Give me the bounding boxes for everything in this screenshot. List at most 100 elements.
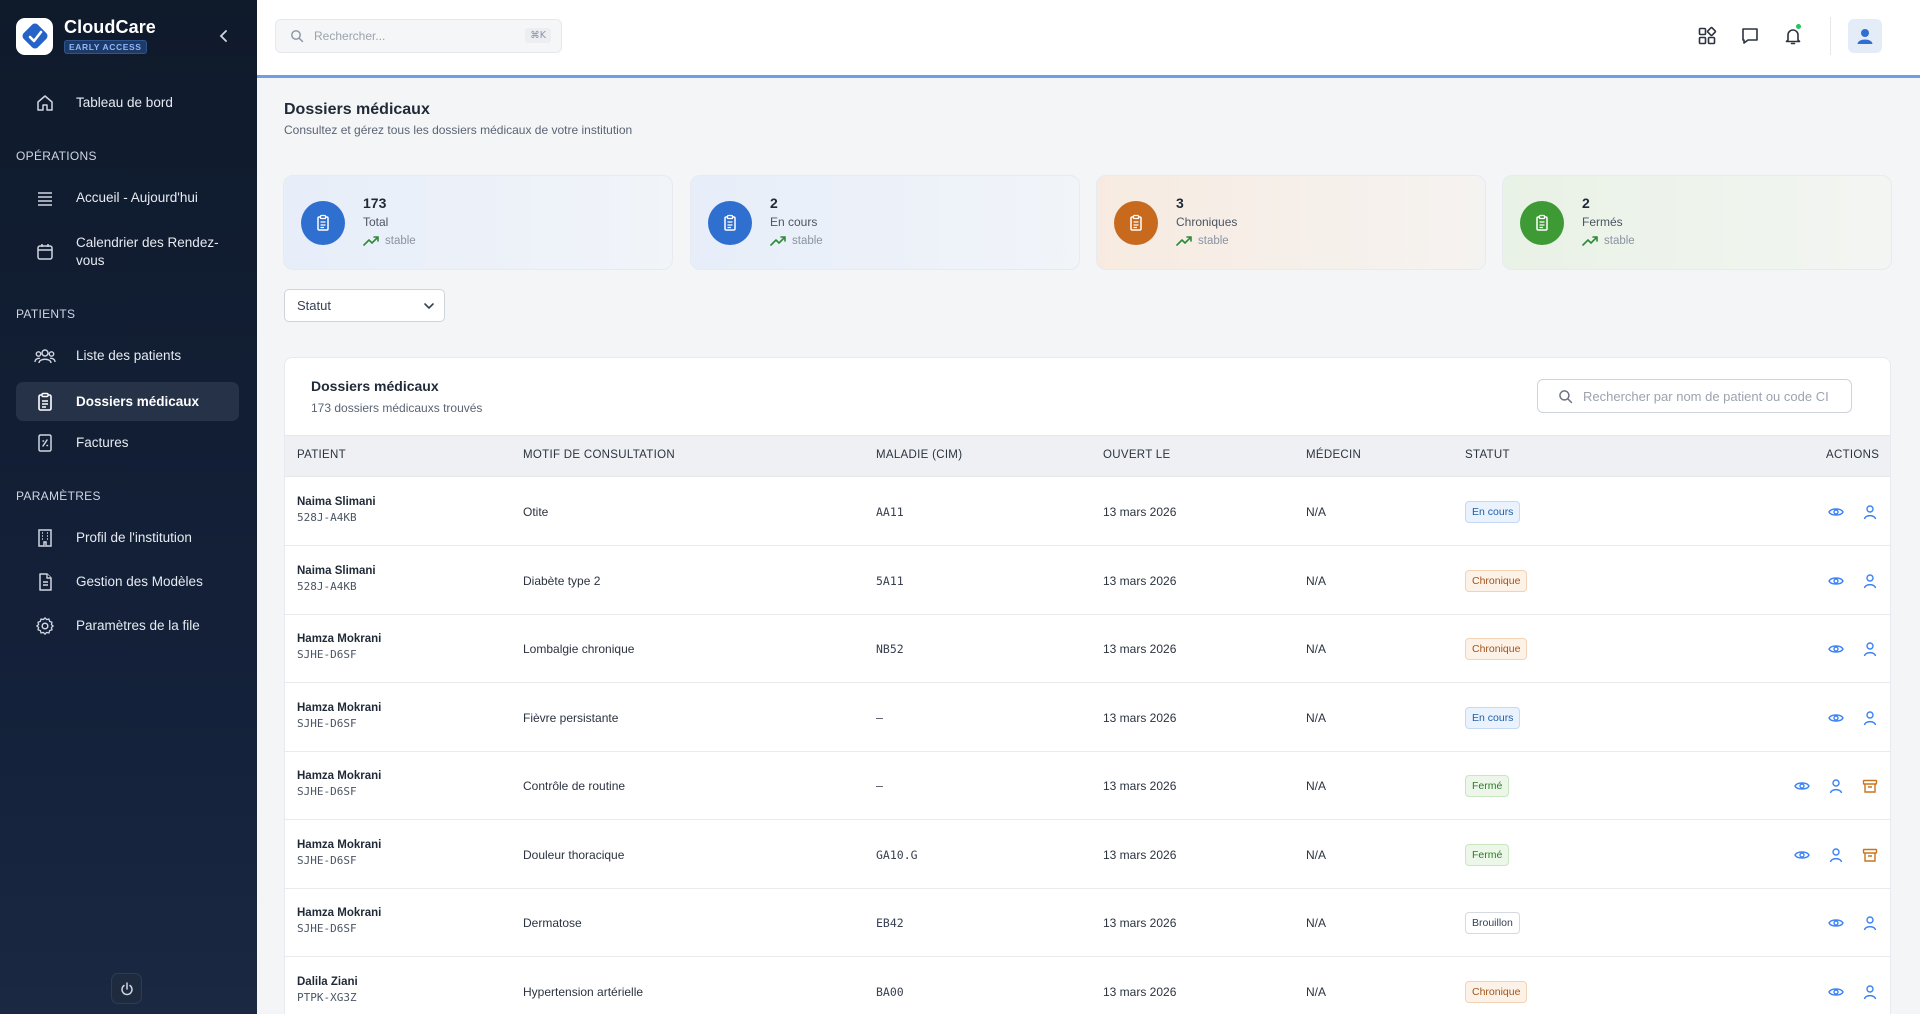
doctor-cell: N/A [1306, 984, 1327, 999]
clipboard-icon [1114, 201, 1158, 245]
patient-icon[interactable] [1861, 503, 1879, 521]
notification-dot [1794, 22, 1803, 31]
patient-name[interactable]: Hamza Mokrani [297, 770, 381, 782]
column-header-maladie[interactable]: MALADIE (CIM) [876, 449, 962, 461]
patient-code: PTPK-XG3Z [297, 990, 357, 1004]
stat-label: Chroniques [1176, 215, 1238, 229]
notifications-button[interactable] [1779, 20, 1807, 52]
sidebar-item-liste-patients[interactable]: Liste des patients [16, 339, 239, 373]
patient-cell: Dalila Ziani PTPK-XG3Z [297, 976, 358, 1004]
column-header-motif[interactable]: MOTIF DE CONSULTATION [523, 449, 675, 461]
patient-icon[interactable] [1827, 846, 1845, 864]
sidebar-item-factures[interactable]: Factures [16, 426, 239, 460]
sidebar-item-label: Profil de l'institution [76, 530, 192, 545]
cim-code-cell: – [876, 779, 883, 793]
status-badge: Fermé [1465, 843, 1510, 866]
stat-trend-label: stable [792, 235, 823, 247]
list-icon [34, 187, 56, 209]
table-row[interactable]: Hamza Mokrani SJHE-D6SF Douleur thoracique… [285, 820, 1890, 889]
patient-icon[interactable] [1861, 709, 1879, 727]
table-row[interactable]: Hamza Mokrani SJHE-D6SF Lombalgie chroniqu… [285, 615, 1890, 683]
status-filter-select[interactable]: Statut [284, 289, 445, 322]
archive-icon[interactable] [1861, 846, 1879, 864]
motif-cell: Dermatose [523, 916, 582, 930]
global-search[interactable]: ⌘K [275, 19, 562, 53]
doctor-cell: N/A [1306, 916, 1327, 930]
column-header-statut[interactable]: STATUT [1465, 449, 1510, 461]
patient-name[interactable]: Naima Slimani [297, 565, 376, 577]
status-filter-label: Statut [297, 298, 331, 313]
section-title-patients: PATIENTS [16, 307, 76, 321]
sidebar-item-accueil[interactable]: Accueil - Aujourd'hui [16, 181, 239, 215]
topbar: ⌘K [257, 0, 1920, 78]
stat-trend-label: stable [1198, 235, 1229, 247]
view-icon[interactable] [1827, 640, 1845, 658]
patient-name[interactable]: Naima Slimani [297, 496, 376, 508]
table-search[interactable] [1537, 379, 1852, 413]
logout-button[interactable] [111, 973, 142, 1004]
table-row[interactable]: Hamza Mokrani SJHE-D6SF Contrôle de routin… [285, 752, 1890, 820]
sidebar-item-tableau-de-bord[interactable]: Tableau de bord [16, 86, 239, 120]
messages-button[interactable] [1736, 20, 1764, 52]
opened-date-cell: 13 mars 2026 [1103, 710, 1177, 725]
cim-code-cell: – [876, 710, 883, 725]
power-icon [120, 981, 133, 995]
brand[interactable]: CloudCare EARLY ACCESS [16, 17, 156, 55]
patient-icon[interactable] [1861, 572, 1879, 590]
stat-value: 173 [363, 195, 387, 211]
view-icon[interactable] [1827, 914, 1845, 932]
sidebar-item-calendrier[interactable]: Calendrier des Rendez-vous [16, 228, 239, 276]
collapse-sidebar-button[interactable] [215, 27, 233, 45]
table-row[interactable]: Naima Slimani 528J-A4KB Diabète type 2 5A11… [285, 546, 1890, 615]
table-row[interactable]: Hamza Mokrani SJHE-D6SF Dermatose EB42 13 ma… [285, 889, 1890, 957]
patient-icon[interactable] [1861, 640, 1879, 658]
view-icon[interactable] [1827, 503, 1845, 521]
sidebar-item-dossiers-medicaux[interactable]: Dossiers médicaux [16, 382, 239, 421]
patient-cell: Hamza Mokrani SJHE-D6SF [297, 770, 381, 798]
archive-icon[interactable] [1861, 777, 1879, 795]
sidebar-item-profil-institution[interactable]: Profil de l'institution [16, 521, 239, 555]
sidebar-item-label: Accueil - Aujourd'hui [76, 190, 198, 205]
table-search-input[interactable] [1583, 388, 1843, 404]
sidebar-item-gestion-modeles[interactable]: Gestion des Modèles [16, 565, 239, 599]
motif-cell: Contrôle de routine [523, 779, 626, 793]
clipboard-icon [708, 201, 752, 245]
column-header-patient[interactable]: PATIENT [297, 449, 346, 461]
section-title-parametres: PARAMÈTRES [16, 489, 101, 503]
patient-cell: Naima Slimani 528J-A4KB [297, 496, 376, 524]
column-header-ouvert-le[interactable]: OUVERT LE [1103, 449, 1170, 461]
patient-name[interactable]: Hamza Mokrani [297, 839, 381, 851]
opened-date-cell: 13 mars 2026 [1103, 642, 1177, 656]
motif-cell: Fièvre persistante [523, 710, 619, 725]
patient-name[interactable]: Dalila Ziani [297, 976, 358, 988]
patient-name[interactable]: Hamza Mokrani [297, 702, 381, 714]
patient-code: 528J-A4KB [297, 579, 357, 593]
status-badge: Fermé [1465, 775, 1510, 797]
stat-value: 3 [1176, 195, 1184, 211]
view-icon[interactable] [1827, 709, 1845, 727]
patient-name[interactable]: Hamza Mokrani [297, 907, 381, 919]
global-search-input[interactable] [314, 29, 524, 43]
patient-name[interactable]: Hamza Mokrani [297, 633, 381, 645]
motif-cell: Lombalgie chronique [523, 642, 635, 656]
table-row[interactable]: Naima Slimani 528J-A4KB Otite AA11 13 mars 2… [285, 478, 1890, 546]
view-icon[interactable] [1793, 846, 1811, 864]
view-icon[interactable] [1827, 983, 1845, 1001]
stat-card-chroniques: 3 Chroniques stable [1096, 175, 1486, 270]
table-row[interactable]: Hamza Mokrani SJHE-D6SF Fièvre persistante… [285, 683, 1890, 752]
chevron-left-icon [219, 30, 227, 42]
view-icon[interactable] [1827, 572, 1845, 590]
patient-icon[interactable] [1861, 914, 1879, 932]
column-header-medecin[interactable]: MÉDECIN [1306, 449, 1361, 461]
patient-icon[interactable] [1861, 983, 1879, 1001]
patient-icon[interactable] [1827, 777, 1845, 795]
table-row[interactable]: Dalila Ziani PTPK-XG3Z Hypertension artéri… [285, 957, 1890, 1014]
table-count: 173 dossiers médicauxs trouvés [311, 401, 483, 415]
motif-cell: Diabète type 2 [523, 573, 601, 588]
apps-button[interactable] [1693, 20, 1721, 52]
sidebar-item-parametres-file[interactable]: Paramètres de la file [16, 609, 239, 643]
user-avatar-button[interactable] [1848, 19, 1882, 53]
table-title: Dossiers médicaux [311, 378, 439, 394]
clipboard-icon [34, 391, 56, 413]
view-icon[interactable] [1793, 777, 1811, 795]
